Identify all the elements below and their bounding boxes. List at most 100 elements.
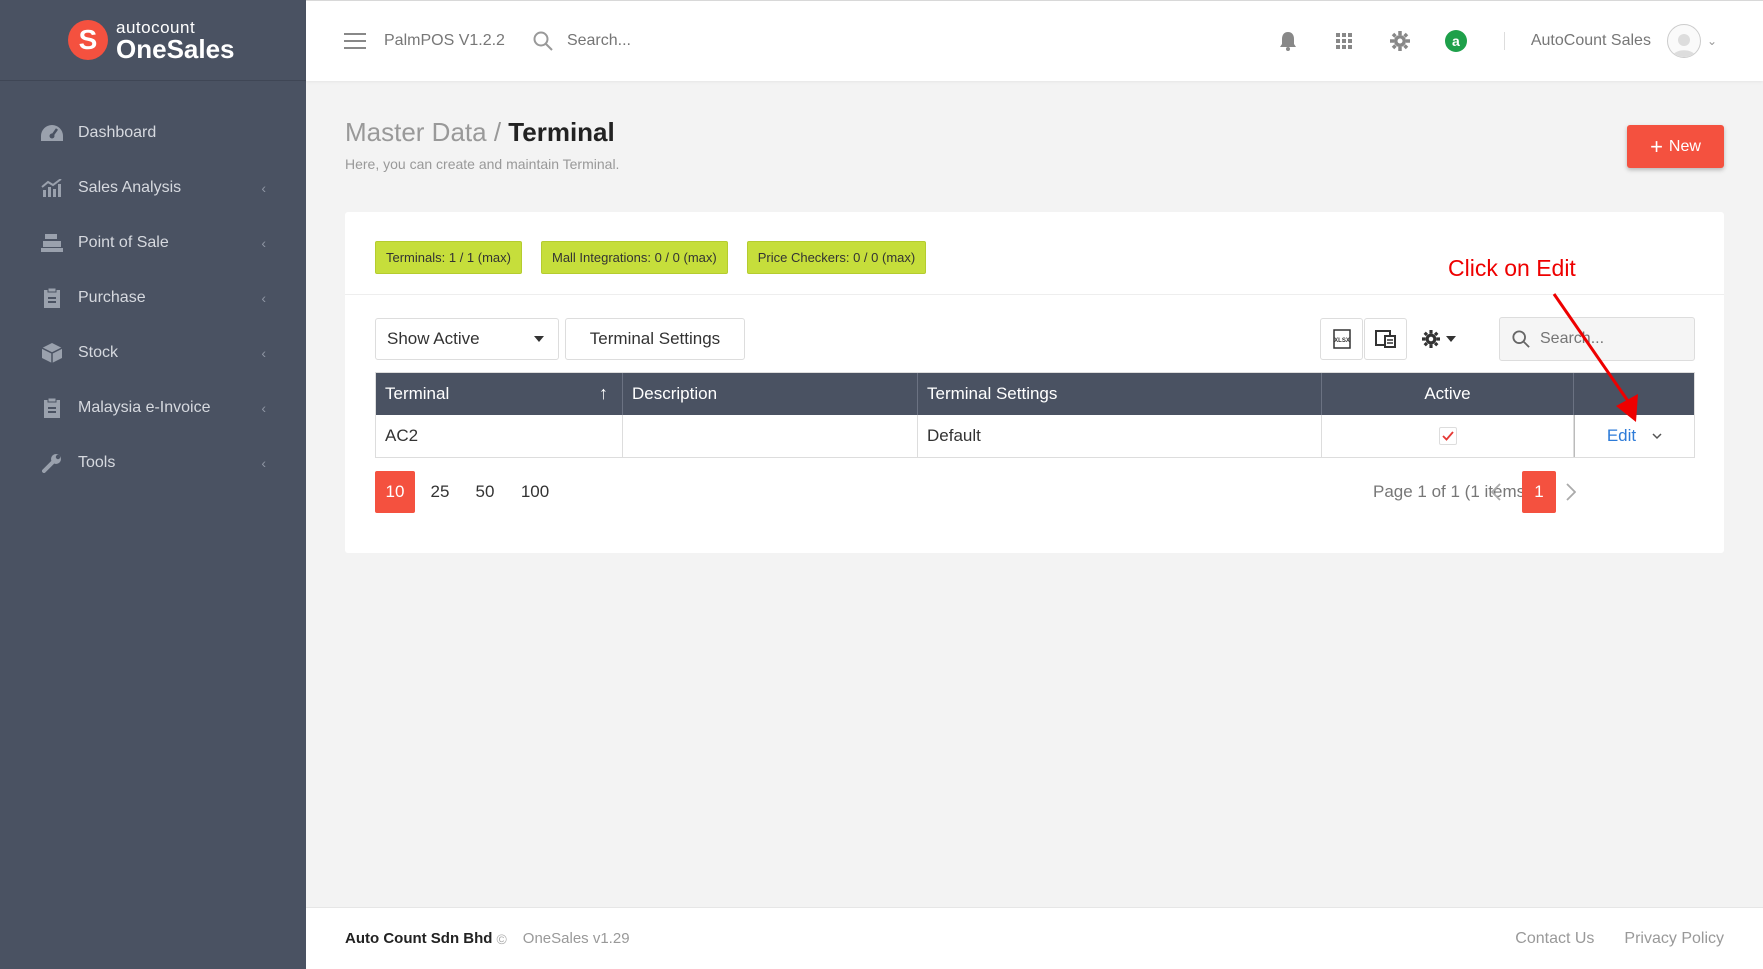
- table-row[interactable]: AC2 Default Edit: [376, 415, 1694, 457]
- grid-toolbar: Show Active Terminal Settings XLSX: [375, 317, 1695, 361]
- next-page-icon[interactable]: [1556, 471, 1586, 513]
- cell-terminal: AC2: [376, 415, 623, 457]
- box-icon: [38, 342, 66, 364]
- clipboard-icon: [38, 287, 66, 309]
- caret-down-icon: [1446, 336, 1456, 342]
- app-version: OneSales v1.29: [522, 930, 630, 947]
- sidebar-item-stock[interactable]: Stock ‹: [0, 325, 306, 380]
- sidebar-item-label: Tools: [78, 453, 116, 471]
- logo-mark: S: [68, 20, 108, 60]
- wrench-icon: [38, 452, 66, 474]
- page-header: Master Data / Terminal Here, you can cre…: [345, 117, 619, 172]
- divider: [1503, 32, 1505, 50]
- global-search-input[interactable]: [566, 32, 867, 50]
- app-name: PalmPOS V1.2.2: [384, 32, 505, 49]
- cell-active: [1322, 415, 1574, 457]
- chevron-down-icon[interactable]: [1652, 432, 1662, 440]
- annotation-arrow: [1552, 293, 1638, 422]
- chart-icon: [38, 177, 66, 199]
- sidebar-item-label: Point of Sale: [78, 233, 169, 251]
- sidebar-item-malaysia-e-invoice[interactable]: Malaysia e-Invoice ‹: [0, 380, 306, 435]
- chevron-left-icon: ‹: [261, 289, 266, 306]
- page-number-current[interactable]: 1: [1522, 471, 1556, 513]
- logo-top-text: autocount: [116, 17, 196, 37]
- sidebar-item-label: Dashboard: [78, 123, 157, 141]
- sidebar-item-label: Malaysia e-Invoice: [78, 398, 211, 416]
- sidebar-item-label: Sales Analysis: [78, 178, 182, 196]
- autocount-app-icon[interactable]: a: [1428, 30, 1484, 52]
- bell-icon[interactable]: [1260, 31, 1316, 51]
- column-chooser-button[interactable]: [1364, 318, 1407, 360]
- sidebar-item-tools[interactable]: Tools ‹: [0, 435, 306, 490]
- export-xlsx-button[interactable]: XLSX: [1320, 318, 1363, 360]
- dashboard-icon: [38, 122, 66, 144]
- page-subtitle: Here, you can create and maintain Termin…: [345, 156, 620, 172]
- table-header: Terminal ↑ Description Terminal Settings…: [376, 373, 1694, 415]
- chevron-left-icon: ‹: [261, 454, 266, 471]
- terminal-settings-button[interactable]: Terminal Settings: [565, 318, 745, 360]
- column-header-description[interactable]: Description: [623, 373, 918, 415]
- grid-settings-button[interactable]: [1414, 318, 1464, 360]
- status-badge: Mall Integrations: 0 / 0 (max): [540, 241, 728, 274]
- prev-page-icon[interactable]: [1481, 471, 1511, 513]
- sidebar-item-dashboard[interactable]: Dashboard: [0, 105, 306, 160]
- column-header-active[interactable]: Active: [1322, 373, 1574, 415]
- user-name[interactable]: AutoCount Sales: [1531, 32, 1651, 50]
- footer: Auto Count Sdn Bhd © OneSales v1.29 Cont…: [306, 907, 1763, 969]
- avatar[interactable]: [1666, 24, 1701, 58]
- page-title: Terminal: [508, 117, 615, 147]
- chevron-left-icon: ‹: [261, 234, 266, 251]
- sidebar-item-label: Stock: [78, 343, 119, 361]
- top-bar: PalmPOS V1.2.2 a AutoCount Sales ⌄: [306, 0, 1763, 81]
- privacy-policy-link[interactable]: Privacy Policy: [1624, 930, 1724, 948]
- settings-gear-icon[interactable]: [1372, 31, 1428, 51]
- svg-text:XLSX: XLSX: [1334, 338, 1350, 344]
- sort-ascending-icon: ↑: [599, 383, 608, 403]
- search-icon: [1512, 330, 1530, 348]
- column-header-terminal-settings[interactable]: Terminal Settings: [918, 373, 1322, 415]
- pager: 10 25 50 100 Page 1 of 1 (1 items) 1: [375, 471, 1694, 513]
- apps-grid-icon[interactable]: [1316, 33, 1372, 49]
- page-size-10[interactable]: 10: [375, 471, 415, 513]
- chevron-down-icon[interactable]: ⌄: [1707, 34, 1717, 48]
- breadcrumb-parent[interactable]: Master Data /: [345, 117, 501, 147]
- chevron-left-icon: ‹: [261, 344, 266, 361]
- invoice-icon: [38, 397, 66, 419]
- sidebar-item-purchase[interactable]: Purchase ‹: [0, 270, 306, 325]
- chevron-left-icon: ‹: [261, 399, 266, 416]
- page-size-25[interactable]: 25: [423, 471, 457, 513]
- sidebar-item-sales-analysis[interactable]: Sales Analysis ‹: [0, 160, 306, 215]
- status-badge: Price Checkers: 0 / 0 (max): [746, 241, 927, 274]
- xlsx-icon: XLSX: [1332, 329, 1351, 349]
- logo-name: OneSales: [116, 33, 235, 64]
- sidebar-nav: Dashboard Sales Analysis ‹ Point of Sale…: [0, 105, 306, 490]
- sidebar-item-point-of-sale[interactable]: Point of Sale ‹: [0, 215, 306, 270]
- limit-badges: Terminals: 1 / 1 (max) Mall Integrations…: [375, 241, 927, 274]
- plus-icon: +: [1650, 133, 1663, 159]
- column-header-terminal[interactable]: Terminal ↑: [376, 373, 623, 415]
- divider: [345, 294, 1724, 295]
- page-size-100[interactable]: 100: [515, 471, 555, 513]
- active-checkbox: [1438, 427, 1457, 445]
- cell-terminal-settings: Default: [918, 415, 1322, 457]
- contact-us-link[interactable]: Contact Us: [1515, 930, 1594, 948]
- active-filter-select[interactable]: Show Active: [375, 318, 559, 360]
- caret-down-icon: [534, 336, 544, 342]
- cell-description: [623, 415, 918, 457]
- chevron-left-icon: ‹: [261, 179, 266, 196]
- terminal-table: Terminal ↑ Description Terminal Settings…: [375, 372, 1695, 458]
- breadcrumb: Master Data / Terminal: [345, 117, 619, 148]
- status-badge: Terminals: 1 / 1 (max): [375, 241, 522, 274]
- annotation-label: Click on Edit: [1448, 255, 1576, 281]
- column-chooser-icon: [1374, 330, 1396, 348]
- gear-icon: [1422, 330, 1440, 348]
- cash-register-icon: [38, 232, 66, 254]
- copyright-symbol: ©: [496, 930, 507, 947]
- menu-toggle-icon[interactable]: [344, 33, 366, 49]
- new-button[interactable]: + New: [1627, 125, 1724, 168]
- page-size-50[interactable]: 50: [468, 471, 502, 513]
- sidebar: S autocount OneSales Dashboard Sales Ana…: [0, 0, 306, 969]
- search-icon[interactable]: [533, 31, 553, 51]
- company-name: Auto Count Sdn Bhd: [345, 930, 493, 947]
- brand-logo[interactable]: S autocount OneSales: [0, 0, 306, 81]
